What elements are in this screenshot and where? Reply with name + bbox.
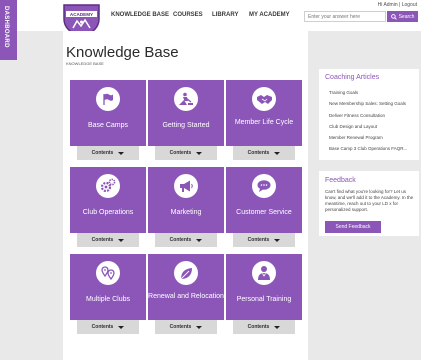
contents-dropdown-multiple-clubs[interactable]: Contents	[77, 320, 139, 334]
page-title: Knowledge Base	[66, 44, 179, 61]
card-customer-service[interactable]: Customer Service	[226, 167, 302, 233]
gears-icon	[100, 178, 116, 193]
card-label: Marketing	[170, 209, 202, 216]
search-button[interactable]: Search	[387, 11, 418, 22]
icon-circle	[252, 174, 276, 198]
icon-circle	[96, 87, 120, 111]
icon-circle	[174, 87, 198, 111]
contents-label: Contents	[247, 324, 270, 330]
nav-knowledge-base[interactable]: KNOWLEDGE BASE	[111, 12, 169, 18]
leaf-icon	[180, 267, 192, 279]
nav-courses[interactable]: COURSES	[173, 12, 203, 18]
contents-label: Contents	[169, 324, 192, 330]
contents-dropdown-member-life-cycle[interactable]: Contents	[233, 146, 295, 160]
icon-circle	[174, 174, 198, 198]
search-input[interactable]	[304, 11, 386, 22]
caret-down-icon	[118, 151, 125, 155]
contents-label: Contents	[91, 324, 114, 330]
card-renewal-and-relocation[interactable]: Renewal and Relocation	[148, 254, 224, 320]
caret-down-icon	[274, 151, 281, 155]
card-label: Multiple Clubs	[86, 296, 130, 303]
card-marketing[interactable]: Marketing	[148, 167, 224, 233]
icon-circle	[252, 87, 276, 111]
contents-dropdown-base-camps[interactable]: Contents	[77, 146, 139, 160]
construction-icon	[179, 92, 193, 105]
contents-label: Contents	[169, 237, 192, 243]
coaching-link[interactable]: Deliver Fitness Consultation	[329, 113, 385, 118]
megaphone-icon	[180, 180, 193, 192]
icon-circle	[96, 261, 120, 285]
contents-label: Contents	[169, 150, 192, 156]
contents-dropdown-personal-training[interactable]: Contents	[233, 320, 295, 334]
feedback-text: Can't find what you're looking for? Let …	[325, 189, 414, 212]
caret-down-icon	[196, 238, 203, 242]
search-icon	[390, 13, 397, 20]
coaching-link[interactable]: Training Goals	[329, 90, 358, 95]
card-label: Club Operations	[82, 209, 134, 216]
contents-label: Contents	[91, 237, 114, 243]
contents-label: Contents	[91, 150, 114, 156]
feedback-title: Feedback	[325, 177, 356, 184]
caret-down-icon	[118, 238, 125, 242]
card-label: Base Camps	[87, 122, 129, 129]
icon-circle	[252, 261, 276, 285]
logo-text: ACADEMY	[70, 12, 93, 17]
contents-dropdown-getting-started[interactable]: Contents	[155, 146, 217, 160]
coaching-link[interactable]: Club Design and Layout	[329, 124, 377, 129]
card-club-operations[interactable]: Club Operations	[70, 167, 146, 233]
card-label: Customer Service	[236, 209, 292, 216]
dashboard-tab-label: DASHBOARD	[3, 6, 9, 48]
card-personal-training[interactable]: Personal Training	[226, 254, 302, 320]
caret-down-icon	[118, 325, 125, 329]
card-label: Renewal and Relocation	[148, 293, 224, 300]
icon-circle	[174, 261, 198, 285]
caret-down-icon	[274, 325, 281, 329]
caret-down-icon	[274, 238, 281, 242]
card-label: Personal Training	[236, 296, 292, 303]
send-feedback-button[interactable]: Send Feedback	[325, 221, 381, 233]
coaching-link[interactable]: Member Renewal Program	[329, 135, 383, 140]
caret-down-icon	[196, 151, 203, 155]
nav-my-academy[interactable]: MY ACADEMY	[249, 12, 290, 18]
card-member-life-cycle[interactable]: Member Life Cycle	[226, 80, 302, 146]
coaching-link[interactable]: New Membership Sales: Setting Goals	[329, 101, 406, 106]
caret-down-icon	[196, 325, 203, 329]
contents-label: Contents	[247, 150, 270, 156]
contents-dropdown-club-operations[interactable]: Contents	[77, 233, 139, 247]
card-label: Member Life Cycle	[234, 119, 294, 126]
dashboard-tab[interactable]: DASHBOARD	[0, 0, 17, 60]
coaching-articles-title: Coaching Articles	[325, 74, 380, 81]
breadcrumb[interactable]: KNOWLEDGE BASE	[66, 61, 104, 66]
user-links[interactable]: Hi Admin | Logout	[378, 2, 417, 8]
flag-icon	[103, 93, 113, 105]
card-label: Getting Started	[162, 122, 210, 129]
nav-library[interactable]: LIBRARY	[212, 12, 238, 18]
card-multiple-clubs[interactable]: Multiple Clubs	[70, 254, 146, 320]
icon-circle	[96, 174, 120, 198]
location-pins-icon	[101, 266, 115, 281]
card-getting-started[interactable]: Getting Started	[148, 80, 224, 146]
card-base-camps[interactable]: Base Camps	[70, 80, 146, 146]
search-button-label: Search	[398, 13, 415, 20]
contents-dropdown-marketing[interactable]: Contents	[155, 233, 217, 247]
handshake-icon	[256, 95, 272, 104]
contents-dropdown-renewal-and-relocation[interactable]: Contents	[155, 320, 217, 334]
contents-dropdown-customer-service[interactable]: Contents	[233, 233, 295, 247]
trainer-icon	[258, 266, 270, 280]
coaching-link[interactable]: Base Camp 3 Club Operations FAQR...	[329, 146, 407, 151]
chat-icon	[257, 180, 271, 192]
contents-label: Contents	[247, 237, 270, 243]
